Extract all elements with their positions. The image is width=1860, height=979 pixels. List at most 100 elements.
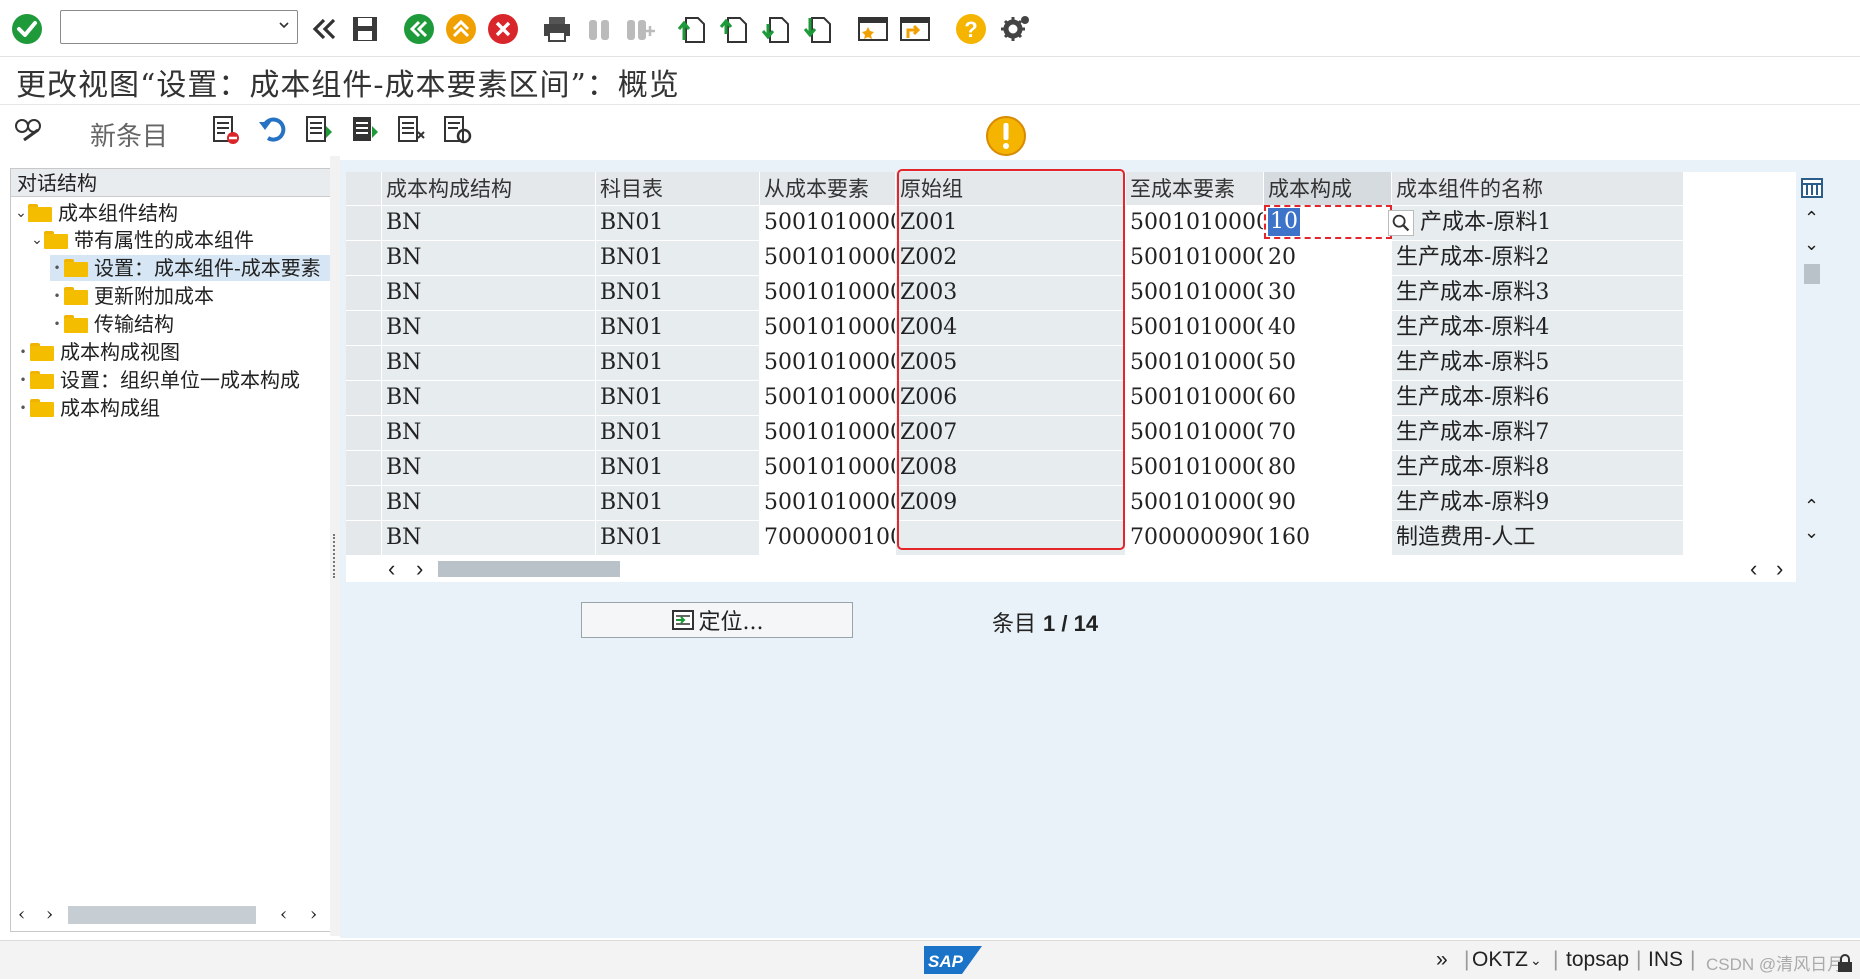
cell-cost-component[interactable]: 80 [1264, 451, 1392, 486]
pane-splitter[interactable] [330, 156, 340, 936]
scroll-left-icon[interactable]: ‹ [1750, 556, 1757, 582]
select-block-icon[interactable] [348, 112, 382, 146]
cell-from-cost-element[interactable]: 5001010000 [760, 311, 896, 346]
cell-from-cost-element[interactable]: 5001010000 [760, 241, 896, 276]
cell-from-cost-element[interactable]: 5001010000 [760, 381, 896, 416]
scroll-right-icon[interactable]: › [1776, 556, 1783, 582]
cell-from-cost-element[interactable]: 5001010000 [760, 346, 896, 381]
row-selector[interactable] [346, 276, 382, 311]
cell-cost-component[interactable]: 90 [1264, 486, 1392, 521]
shortcut-icon[interactable] [898, 12, 932, 46]
row-selector[interactable] [346, 346, 382, 381]
column-header[interactable]: 成本组件的名称 [1392, 172, 1684, 206]
scroll-left-icon[interactable]: ‹ [388, 556, 395, 582]
column-header[interactable]: 从成本要素 [760, 172, 896, 206]
row-selector[interactable] [346, 241, 382, 276]
back-double-icon[interactable] [306, 12, 340, 46]
cell-from-cost-element[interactable]: 5001010000 [760, 451, 896, 486]
cell-cost-component[interactable]: 60 [1264, 381, 1392, 416]
save-icon[interactable] [348, 12, 382, 46]
chevron-down-icon[interactable] [279, 20, 289, 30]
search-help-icon[interactable] [1388, 210, 1414, 236]
print-icon[interactable] [540, 12, 574, 46]
find-next-icon[interactable] [622, 12, 656, 46]
delete-icon[interactable] [208, 112, 242, 146]
cell-to-cost-element[interactable]: 5001010000 [1126, 311, 1264, 346]
status-system[interactable]: OKTZ [1472, 948, 1528, 972]
row-selector[interactable] [346, 451, 382, 486]
column-header[interactable]: 成本构成结构 [382, 172, 596, 206]
focused-cell-value[interactable]: 10 [1268, 208, 1300, 236]
cell-cost-component[interactable]: 20 [1264, 241, 1392, 276]
table-vertical-scrollbar[interactable]: ⌃ ⌄ ⌃ ⌄ [1798, 172, 1828, 552]
scroll-right-icon[interactable]: › [310, 904, 317, 925]
deselect-all-icon[interactable] [394, 112, 428, 146]
chevron-down-icon[interactable]: ⌄ [30, 227, 44, 253]
tree-node-update-overhead[interactable]: • 更新附加成本 [50, 283, 214, 309]
splitter-handle[interactable] [333, 534, 339, 578]
cell-to-cost-element[interactable]: 5001010000 [1126, 416, 1264, 451]
cell-from-cost-element[interactable]: 5001010000 [760, 416, 896, 451]
scroll-left-icon[interactable]: ‹ [280, 904, 287, 925]
row-selector[interactable] [346, 521, 382, 556]
select-all-icon[interactable] [302, 112, 336, 146]
exit-icon[interactable] [444, 12, 478, 46]
cell-cost-component[interactable]: 50 [1264, 346, 1392, 381]
help-icon[interactable]: ? [954, 12, 988, 46]
row-selector-header[interactable] [346, 172, 382, 206]
cell-to-cost-element[interactable]: 5001010000 [1126, 241, 1264, 276]
scroll-down-icon[interactable]: ⌄ [1804, 234, 1819, 255]
chevron-down-icon[interactable]: ⌄ [1530, 952, 1542, 969]
previous-page-icon[interactable] [718, 12, 752, 46]
cell-to-cost-element[interactable]: 5001010000 [1126, 276, 1264, 311]
config-icon[interactable] [440, 112, 474, 146]
column-config-icon[interactable] [1800, 176, 1824, 200]
settings-icon[interactable] [998, 12, 1032, 46]
cell-to-cost-element[interactable]: 5001010000 [1126, 206, 1264, 241]
cell-from-cost-element[interactable]: 5001010000 [760, 276, 896, 311]
scrollbar-thumb[interactable] [438, 561, 620, 577]
scroll-up-icon[interactable]: ⌃ [1804, 496, 1819, 517]
row-selector[interactable] [346, 206, 382, 241]
tree-node-org-unit-settings[interactable]: • 设置：组织单位一成本构成 [16, 367, 330, 393]
cell-cost-component[interactable]: 70 [1264, 416, 1392, 451]
cell-cost-component[interactable]: 30 [1264, 276, 1392, 311]
column-header[interactable]: 科目表 [596, 172, 760, 206]
command-field[interactable] [60, 10, 298, 44]
cell-to-cost-element[interactable]: 5001010000 [1126, 486, 1264, 521]
next-page-icon[interactable] [760, 12, 794, 46]
locate-button[interactable]: 定位... [581, 602, 853, 638]
table-horizontal-scrollbar[interactable]: ‹ › ‹ › [346, 556, 1796, 582]
status-mode[interactable]: INS [1648, 948, 1683, 972]
cell-to-cost-element[interactable]: 5001010000 [1126, 346, 1264, 381]
cancel-icon[interactable] [486, 12, 520, 46]
tree-node-transfer-structure[interactable]: • 传输结构 [50, 311, 174, 337]
scroll-up-icon[interactable]: ⌃ [1804, 208, 1819, 229]
tree-node-cost-component-groups[interactable]: • 成本构成组 [16, 395, 160, 421]
display-change-icon[interactable] [12, 112, 46, 146]
status-expand-icon[interactable]: » [1436, 948, 1448, 972]
enter-icon[interactable] [10, 12, 44, 46]
column-header[interactable]: 成本构成 [1264, 172, 1392, 206]
first-page-icon[interactable] [676, 12, 710, 46]
column-header[interactable]: 至成本要素 [1126, 172, 1264, 206]
cell-cost-component[interactable]: 40 [1264, 311, 1392, 346]
tree-node-assign-cost-elements[interactable]: • 设置：成本组件-成本要素 [50, 255, 330, 281]
tree-node-cost-component-view[interactable]: • 成本构成视图 [16, 339, 180, 365]
row-selector[interactable] [346, 486, 382, 521]
scroll-right-icon[interactable]: › [46, 904, 53, 925]
create-session-icon[interactable] [856, 12, 890, 46]
row-selector[interactable] [346, 381, 382, 416]
scrollbar-thumb[interactable] [68, 906, 256, 924]
cell-to-cost-element[interactable]: 5001010000 [1126, 451, 1264, 486]
tree-node-cost-component-structure[interactable]: ⌄ 成本组件结构 [14, 200, 178, 226]
undo-icon[interactable] [256, 112, 290, 146]
tree-horizontal-scrollbar[interactable]: ‹ › ‹ › [10, 902, 330, 928]
row-selector[interactable] [346, 416, 382, 451]
row-selector[interactable] [346, 311, 382, 346]
back-icon[interactable] [402, 12, 436, 46]
scroll-right-icon[interactable]: › [416, 556, 423, 582]
cell-from-cost-element[interactable]: 5001010000 [760, 206, 896, 241]
scroll-down-icon[interactable]: ⌄ [1804, 522, 1819, 543]
last-page-icon[interactable] [802, 12, 836, 46]
